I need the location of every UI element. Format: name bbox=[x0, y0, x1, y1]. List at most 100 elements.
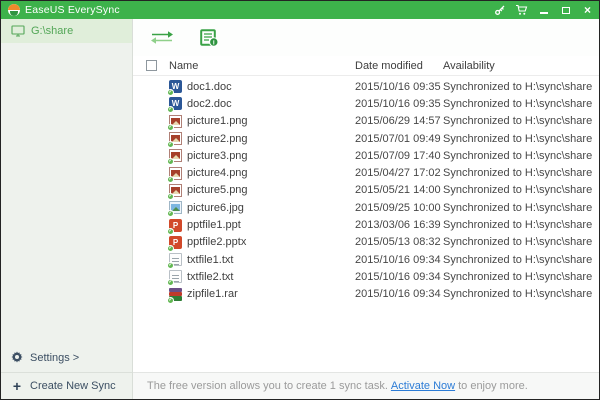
sidebar: G:\share Settings > + Create New Sync bbox=[1, 19, 133, 399]
footer-bar: The free version allows you to create 1 … bbox=[133, 372, 599, 399]
sync-log-icon[interactable]: i bbox=[200, 29, 219, 47]
toolbar: i bbox=[133, 19, 599, 56]
close-icon[interactable]: × bbox=[581, 4, 594, 17]
file-name: picture2.png bbox=[187, 133, 248, 145]
sync-task-label: G:\share bbox=[31, 25, 73, 37]
minimize-icon[interactable] bbox=[537, 4, 550, 17]
file-type-icon: ✓ bbox=[169, 184, 182, 197]
table-row[interactable]: ✓ picture1.png 2015/06/29 14:57 Synchron… bbox=[133, 113, 599, 130]
file-availability: Synchronized to H:\sync\share bbox=[443, 98, 599, 110]
sidebar-item-sync-task[interactable]: G:\share bbox=[1, 19, 132, 43]
svg-text:i: i bbox=[213, 39, 215, 46]
synced-check-icon: ✓ bbox=[167, 228, 174, 235]
file-date: 2015/06/29 14:57 bbox=[355, 115, 443, 127]
file-availability: Synchronized to H:\sync\share bbox=[443, 271, 599, 283]
create-new-sync-button[interactable]: + Create New Sync bbox=[1, 373, 132, 399]
synced-check-icon: ✓ bbox=[167, 176, 174, 183]
file-date: 2015/10/16 09:34 bbox=[355, 271, 443, 283]
file-type-icon: ✓ bbox=[169, 270, 182, 283]
table-row[interactable]: ✓ picture3.png 2015/07/09 17:40 Synchron… bbox=[133, 147, 599, 164]
main-panel: i Name Date modified Availability W ✓ do… bbox=[133, 19, 599, 399]
app-logo-icon bbox=[8, 4, 20, 16]
synced-check-icon: ✓ bbox=[167, 297, 174, 304]
file-type-icon: P ✓ bbox=[169, 219, 182, 232]
file-name: picture5.png bbox=[187, 184, 248, 196]
file-availability: Synchronized to H:\sync\share bbox=[443, 254, 599, 266]
file-list: W ✓ doc1.doc 2015/10/16 09:35 Synchroniz… bbox=[133, 76, 599, 372]
file-date: 2015/07/01 09:49 bbox=[355, 133, 443, 145]
table-row[interactable]: ✓ picture6.jpg 2015/09/25 10:00 Synchron… bbox=[133, 199, 599, 216]
title-bar: EaseUS EverySync × bbox=[1, 1, 599, 19]
file-date: 2015/05/13 08:32 bbox=[355, 236, 443, 248]
window-title: EaseUS EverySync bbox=[25, 4, 120, 16]
column-header-availability[interactable]: Availability bbox=[443, 60, 599, 72]
sync-arrows-icon[interactable] bbox=[150, 30, 174, 45]
table-row[interactable]: ✓ picture4.png 2015/04/27 17:02 Synchron… bbox=[133, 164, 599, 181]
table-row[interactable]: P ✓ pptfile1.ppt 2013/03/06 16:39 Synchr… bbox=[133, 216, 599, 233]
file-date: 2015/07/09 17:40 bbox=[355, 150, 443, 162]
file-name: picture3.png bbox=[187, 150, 248, 162]
file-date: 2015/05/21 14:00 bbox=[355, 184, 443, 196]
file-date: 2015/10/16 09:34 bbox=[355, 254, 443, 266]
file-name: doc2.doc bbox=[187, 98, 232, 110]
file-type-icon: ✓ bbox=[169, 201, 182, 214]
create-new-sync-label: Create New Sync bbox=[30, 380, 116, 392]
file-availability: Synchronized to H:\sync\share bbox=[443, 236, 599, 248]
plus-icon: + bbox=[11, 381, 23, 391]
file-date: 2013/03/06 16:39 bbox=[355, 219, 443, 231]
file-type-icon: ✓ bbox=[169, 167, 182, 180]
app-window: EaseUS EverySync × bbox=[0, 0, 600, 400]
file-date: 2015/10/16 09:34 bbox=[355, 288, 443, 300]
table-row[interactable]: ✓ zipfile1.rar 2015/10/16 09:34 Synchron… bbox=[133, 286, 599, 303]
file-date: 2015/09/25 10:00 bbox=[355, 202, 443, 214]
file-type-icon: P ✓ bbox=[169, 236, 182, 249]
file-availability: Synchronized to H:\sync\share bbox=[443, 115, 599, 127]
maximize-icon[interactable] bbox=[559, 4, 572, 17]
file-availability: Synchronized to H:\sync\share bbox=[443, 81, 599, 93]
file-type-icon: ✓ bbox=[169, 288, 182, 301]
activate-now-link[interactable]: Activate Now bbox=[391, 380, 455, 392]
settings-label: Settings > bbox=[30, 352, 79, 364]
column-header-name[interactable]: Name bbox=[169, 60, 355, 72]
table-row[interactable]: P ✓ pptfile2.pptx 2015/05/13 08:32 Synch… bbox=[133, 234, 599, 251]
file-name: picture6.jpg bbox=[187, 202, 244, 214]
synced-check-icon: ✓ bbox=[167, 141, 174, 148]
monitor-icon bbox=[11, 25, 25, 37]
table-row[interactable]: W ✓ doc1.doc 2015/10/16 09:35 Synchroniz… bbox=[133, 78, 599, 95]
file-availability: Synchronized to H:\sync\share bbox=[443, 133, 599, 145]
file-type-icon: ✓ bbox=[169, 253, 182, 266]
footer-text-after: to enjoy more. bbox=[458, 380, 528, 392]
file-name: pptfile1.ppt bbox=[187, 219, 241, 231]
file-type-icon: ✓ bbox=[169, 132, 182, 145]
table-row[interactable]: ✓ txtfile1.txt 2015/10/16 09:34 Synchron… bbox=[133, 251, 599, 268]
table-row[interactable]: ✓ picture5.png 2015/05/21 14:00 Synchron… bbox=[133, 182, 599, 199]
file-name: zipfile1.rar bbox=[187, 288, 238, 300]
file-type-icon: W ✓ bbox=[169, 97, 182, 110]
file-availability: Synchronized to H:\sync\share bbox=[443, 150, 599, 162]
file-name: txtfile1.txt bbox=[187, 254, 233, 266]
file-date: 2015/10/16 09:35 bbox=[355, 98, 443, 110]
file-type-icon: ✓ bbox=[169, 115, 182, 128]
column-header-date[interactable]: Date modified bbox=[355, 60, 443, 72]
table-row[interactable]: ✓ txtfile2.txt 2015/10/16 09:34 Synchron… bbox=[133, 268, 599, 285]
file-availability: Synchronized to H:\sync\share bbox=[443, 288, 599, 300]
file-date: 2015/10/16 09:35 bbox=[355, 81, 443, 93]
file-availability: Synchronized to H:\sync\share bbox=[443, 202, 599, 214]
table-row[interactable]: W ✓ doc2.doc 2015/10/16 09:35 Synchroniz… bbox=[133, 95, 599, 112]
footer-text-before: The free version allows you to create 1 … bbox=[147, 380, 388, 392]
file-name: pptfile2.pptx bbox=[187, 236, 246, 248]
file-name: doc1.doc bbox=[187, 81, 232, 93]
cart-icon[interactable] bbox=[515, 4, 528, 17]
file-name: txtfile2.txt bbox=[187, 271, 233, 283]
select-all-checkbox[interactable] bbox=[146, 60, 157, 71]
settings-button[interactable]: Settings > bbox=[1, 344, 132, 372]
file-type-icon: ✓ bbox=[169, 149, 182, 162]
table-row[interactable]: ✓ picture2.png 2015/07/01 09:49 Synchron… bbox=[133, 130, 599, 147]
file-name: picture4.png bbox=[187, 167, 248, 179]
key-icon[interactable] bbox=[493, 4, 506, 17]
synced-check-icon: ✓ bbox=[167, 124, 174, 131]
file-availability: Synchronized to H:\sync\share bbox=[443, 219, 599, 231]
synced-check-icon: ✓ bbox=[167, 193, 174, 200]
file-date: 2015/04/27 17:02 bbox=[355, 167, 443, 179]
file-availability: Synchronized to H:\sync\share bbox=[443, 184, 599, 196]
